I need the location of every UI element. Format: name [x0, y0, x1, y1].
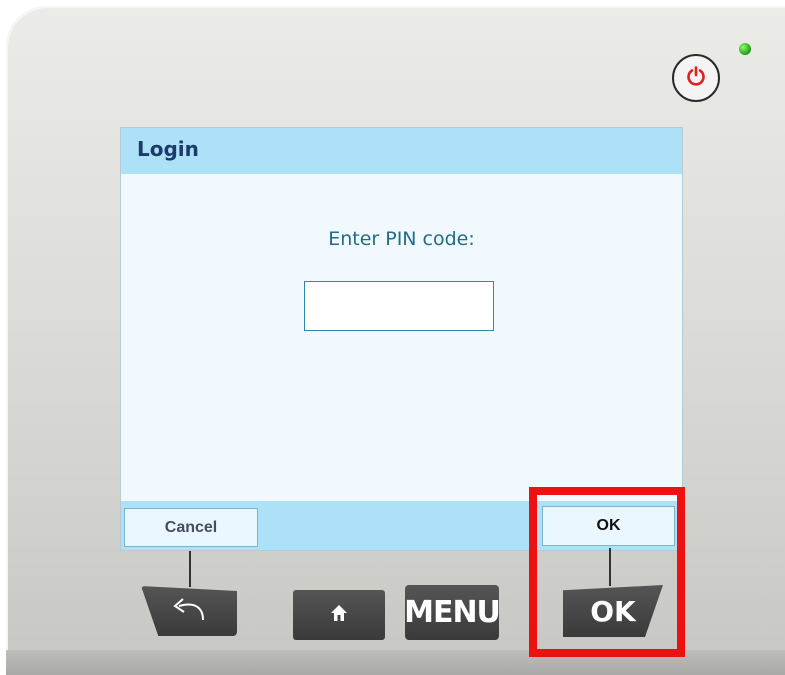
ok-highlight-box	[529, 487, 685, 657]
status-led	[739, 43, 751, 55]
cancel-connector	[189, 551, 191, 587]
power-icon	[684, 64, 708, 92]
dialog-title: Login	[137, 137, 199, 161]
back-arrow-icon	[169, 594, 209, 628]
menu-button[interactable]: MENU	[404, 585, 501, 640]
power-button[interactable]	[672, 54, 720, 102]
pin-input[interactable]	[304, 281, 494, 331]
dialog-title-bar: Login	[121, 128, 682, 174]
pin-prompt: Enter PIN code:	[328, 228, 475, 250]
home-icon	[330, 603, 348, 628]
cancel-softkey[interactable]: Cancel	[124, 508, 258, 547]
home-button[interactable]	[293, 590, 385, 640]
